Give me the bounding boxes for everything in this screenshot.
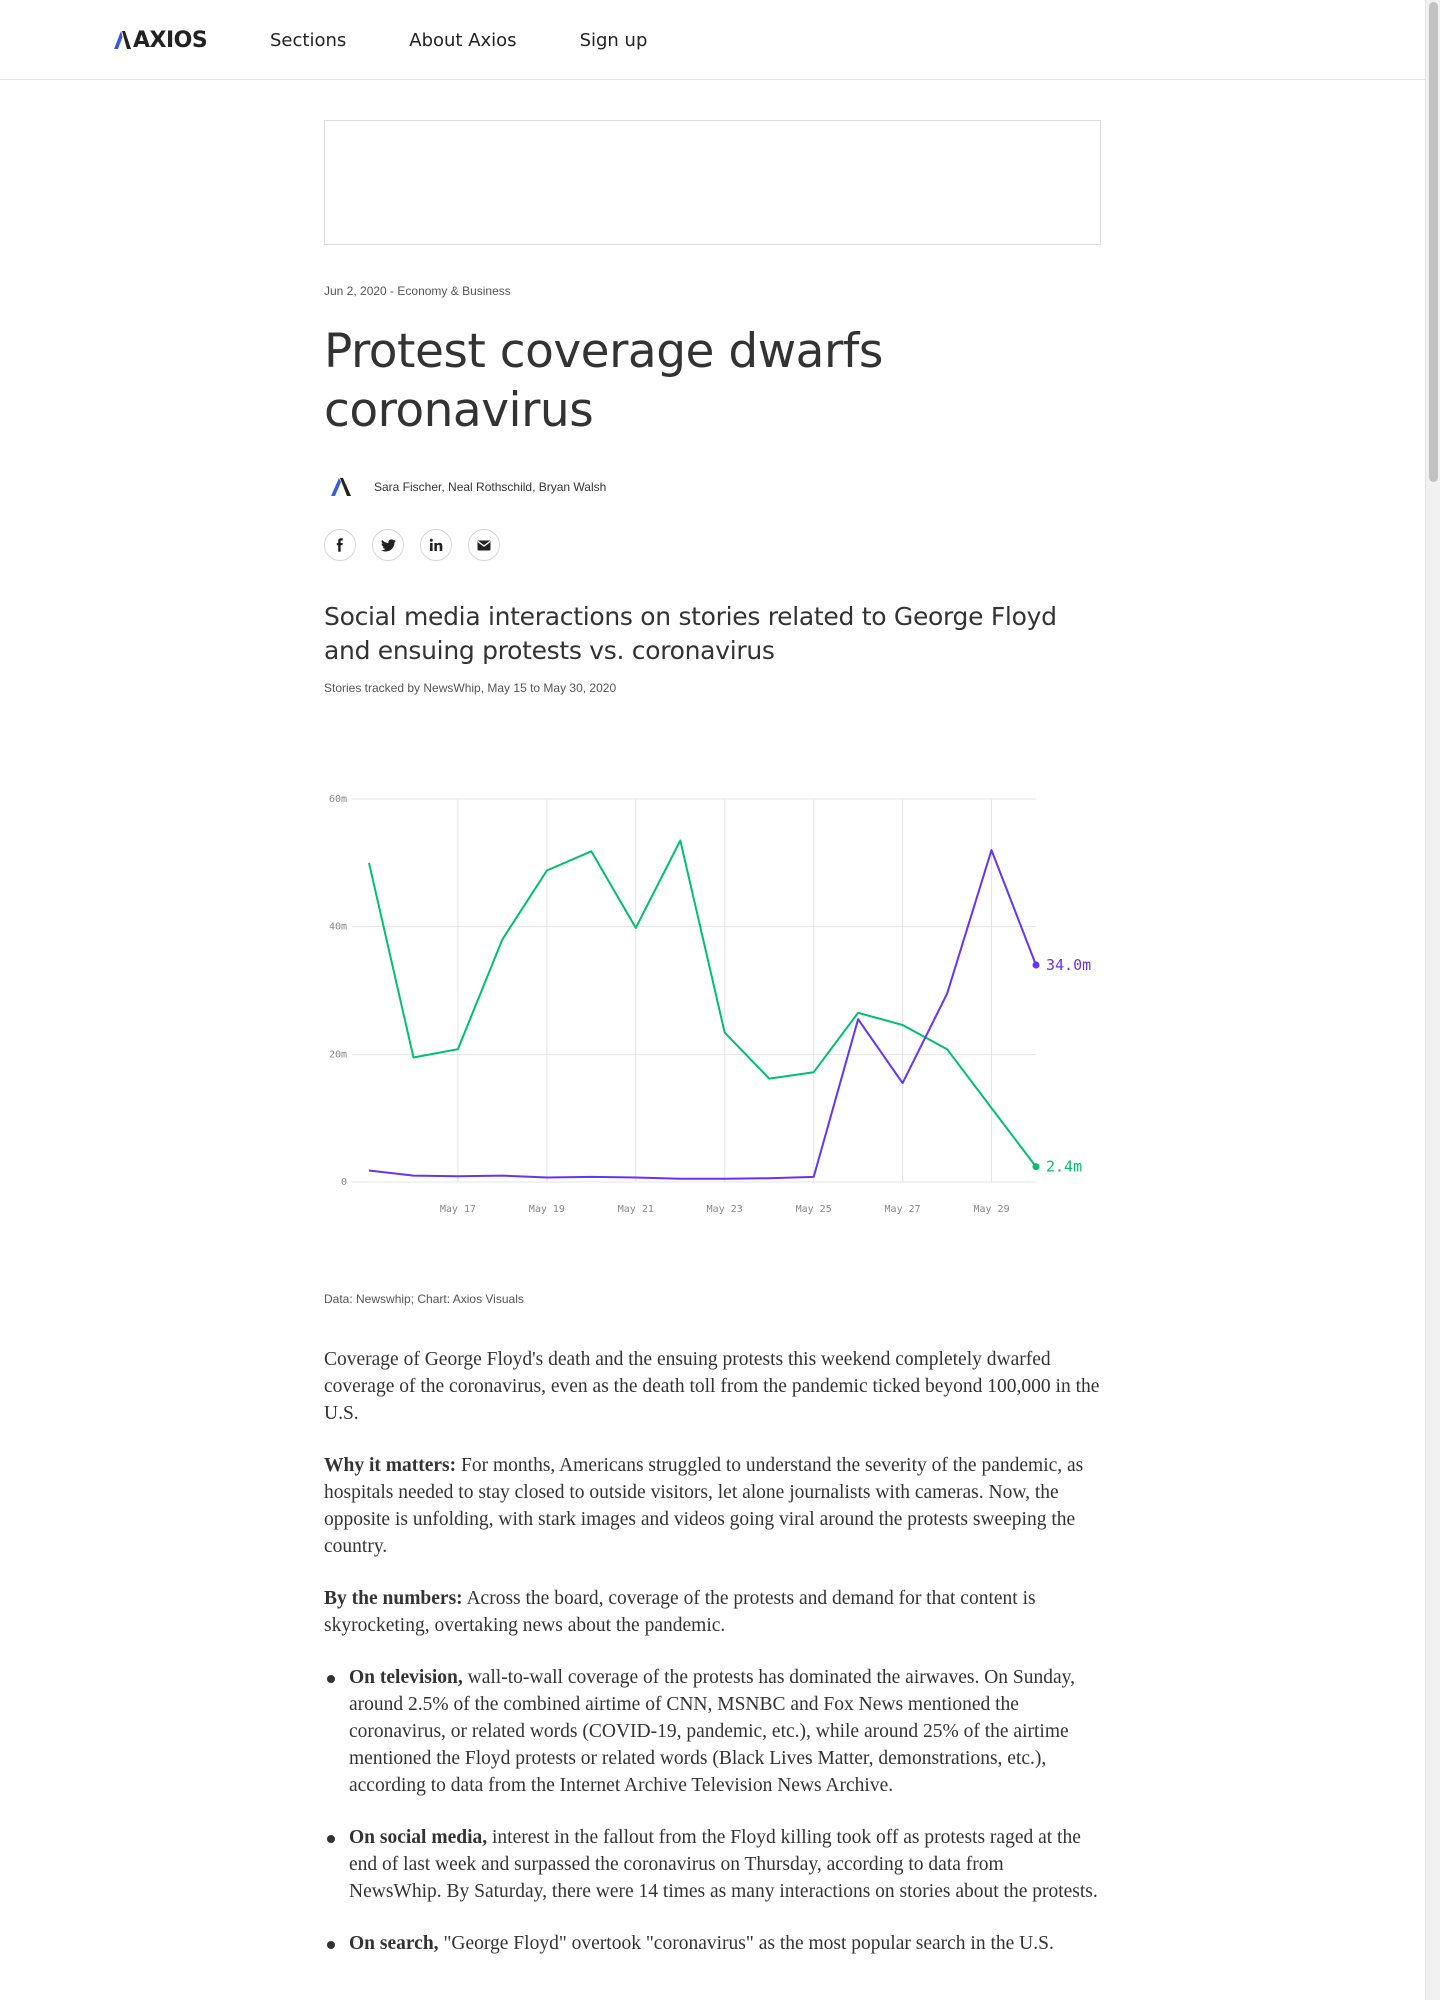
bullet-text: "George Floyd" overtook "coronavirus" as… — [438, 1933, 1054, 1954]
x-tick-label: May 17 — [440, 1204, 476, 1215]
byline: Sara Fischer, Neal Rothschild, Bryan Wal… — [324, 470, 606, 504]
meta-separator: - — [386, 284, 398, 298]
nav-sign-up[interactable]: Sign up — [580, 30, 648, 51]
x-tick-label: May 29 — [973, 1204, 1009, 1215]
article-body: Coverage of George Floyd's death and the… — [324, 1346, 1101, 1982]
x-tick-label: May 23 — [707, 1204, 743, 1215]
scrollbar-thumb[interactable] — [1429, 2, 1438, 482]
axios-avatar-icon — [331, 478, 351, 496]
article-paragraph: Why it matters: For months, Americans st… — [324, 1452, 1101, 1560]
y-tick-label: 60m — [329, 794, 347, 805]
axios-logo-mark-icon — [114, 31, 131, 49]
chart-title: Social media interactions on stories rel… — [324, 602, 1057, 665]
bullet-lead: On search, — [349, 1933, 439, 1954]
ad-placeholder — [324, 120, 1101, 245]
facebook-icon — [336, 538, 343, 552]
bullet-dot — [327, 1941, 335, 1949]
x-tick-label: May 19 — [529, 1204, 565, 1215]
paragraph-lead: Why it matters: — [324, 1455, 457, 1476]
twitter-icon — [380, 538, 396, 551]
x-tick-label: May 27 — [885, 1204, 921, 1215]
paragraph-lead: By the numbers: — [324, 1588, 463, 1609]
y-tick-label: 40m — [329, 922, 347, 933]
article-category[interactable]: Economy & Business — [397, 284, 510, 298]
article-meta: Jun 2, 2020 - Economy & Business — [324, 284, 511, 298]
paragraph-text: Coverage of George Floyd's death and the… — [324, 1349, 1100, 1424]
site-header: AXIOS Sections About Axios Sign up — [0, 0, 1425, 80]
bullet-lead: On television, — [349, 1667, 463, 1688]
share-twitter-button[interactable] — [372, 529, 404, 561]
x-tick-label: May 21 — [618, 1204, 654, 1215]
bullet-dot — [327, 1835, 335, 1843]
series-end-point-1 — [1032, 961, 1040, 969]
y-tick-label: 20m — [329, 1049, 347, 1060]
article-bullet: On television, wall-to-wall coverage of … — [324, 1664, 1101, 1799]
share-facebook-button[interactable] — [324, 529, 356, 561]
article-paragraph: By the numbers: Across the board, covera… — [324, 1585, 1101, 1639]
share-email-button[interactable] — [468, 529, 500, 561]
series-line-1 — [368, 849, 1037, 1180]
byline-authors[interactable]: Sara Fischer, Neal Rothschild, Bryan Wal… — [374, 480, 606, 494]
main-nav: Sections About Axios Sign up — [270, 0, 710, 80]
series-end-point-0 — [1032, 1163, 1040, 1171]
author-avatar — [324, 470, 358, 504]
chart-subtitle: Stories tracked by NewsWhip, May 15 to M… — [324, 681, 617, 695]
article-paragraph: Coverage of George Floyd's death and the… — [324, 1346, 1101, 1427]
linkedin-icon — [429, 538, 443, 551]
nav-about-axios[interactable]: About Axios — [409, 30, 516, 51]
y-tick-label: 0 — [341, 1177, 347, 1188]
article-bullet: On search, "George Floyd" overtook "coro… — [324, 1930, 1101, 1957]
article-headline: Protest coverage dwarfs coronavirus — [324, 324, 883, 438]
article-bullet-list: On television, wall-to-wall coverage of … — [324, 1664, 1101, 1957]
chart-source: Data: Newswhip; Chart: Axios Visuals — [324, 1292, 524, 1306]
page-scrollbar[interactable] — [1425, 0, 1440, 2000]
share-bar — [324, 529, 516, 561]
nav-sections[interactable]: Sections — [270, 30, 346, 51]
series-end-label-0: 2.4m — [1046, 1158, 1082, 1176]
bullet-dot — [327, 1675, 335, 1683]
x-tick-label: May 25 — [796, 1204, 832, 1215]
share-linkedin-button[interactable] — [420, 529, 452, 561]
email-icon — [477, 540, 491, 550]
bullet-lead: On social media, — [349, 1827, 488, 1848]
chart-svg: 60m 40m 20m 0 May 17 May 19 May 21 May 23 May 25… — [329, 794, 1091, 1215]
article-date: Jun 2, 2020 — [324, 284, 387, 298]
series-line-0 — [368, 839, 1037, 1168]
series-end-label-1: 34.0m — [1046, 956, 1091, 974]
article-bullet: On social media, interest in the fallout… — [324, 1824, 1101, 1905]
line-chart: 60m 40m 20m 0 May 17 May 19 May 21 May 23 May 25… — [324, 702, 1101, 1242]
logo-text: AXIOS — [133, 27, 208, 53]
axios-logo[interactable]: AXIOS — [113, 27, 208, 53]
